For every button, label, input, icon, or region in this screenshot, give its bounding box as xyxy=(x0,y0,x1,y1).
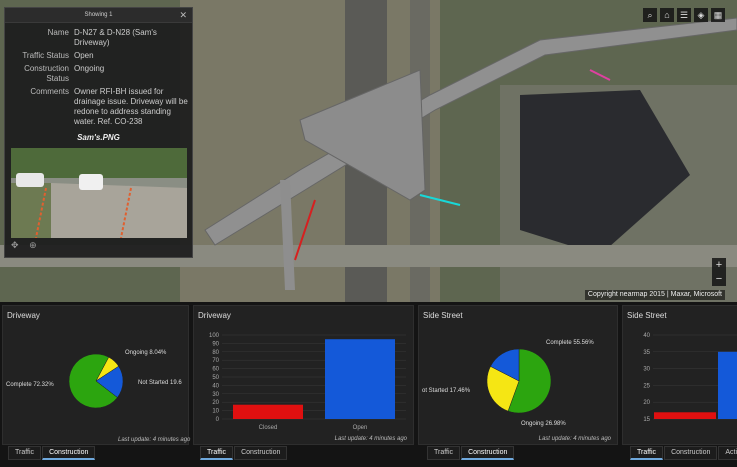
tab-traffic[interactable]: Traffic xyxy=(427,446,461,460)
popup-row-comments: Comments Owner RFI-BH issued for drainag… xyxy=(5,87,192,127)
search-icon[interactable]: ⌕ xyxy=(643,8,657,22)
last-update-text: Last update: 4 minutes ago xyxy=(538,436,611,442)
last-update-text: Last update: 4 minutes ago xyxy=(118,437,191,443)
bar-open[interactable] xyxy=(325,339,395,419)
feature-popup: Showing 1 ✕ Name D-N27 & D-N28 (Sam's Dr… xyxy=(4,7,193,258)
tab-action[interactable]: Action xyxy=(718,446,737,460)
bar-chart-svg: 1009080706050403020100Closed Open xyxy=(209,333,406,431)
y-tick-label: 0 xyxy=(216,417,220,423)
tab-traffic[interactable]: Traffic xyxy=(630,446,664,460)
bar-chart-svg: 40 35 30 25 20 15 xyxy=(643,333,737,423)
y-tick-label: 10 xyxy=(212,409,219,415)
pie-chart-svg xyxy=(486,348,552,414)
popup-row-construction-status: Construction Status Ongoing xyxy=(5,64,192,84)
close-icon[interactable]: ✕ xyxy=(179,8,187,22)
y-tick-label: 20 xyxy=(212,400,219,406)
tab-construction[interactable]: Construction xyxy=(461,446,515,460)
pie-label-ongoing: Ongoing 8.04% xyxy=(125,350,167,356)
tab-bar-1: Traffic Construction xyxy=(8,446,96,460)
y-tick-label: 90 xyxy=(212,341,219,347)
popup-row-name: Name D-N27 & D-N28 (Sam's Driveway) xyxy=(5,28,192,48)
popup-image-title: Sam's.PNG xyxy=(77,133,120,142)
y-tick-label: 100 xyxy=(209,333,220,339)
chart-panel-driveway-pie: Driveway Ongoing 8.04% Not Started 19.6 … xyxy=(2,305,189,445)
y-tick-label: 30 xyxy=(643,367,650,373)
popup-row-traffic-status: Traffic Status Open xyxy=(5,51,192,61)
x-tick-label: Open xyxy=(353,425,368,431)
bar-closed[interactable] xyxy=(233,404,303,419)
pie-label-ongoing: Ongoing 26.98% xyxy=(521,421,566,427)
y-tick-label: 25 xyxy=(643,383,650,389)
map-toolbar: ⌕ ⌂ ☰ ◈ ▦ xyxy=(643,8,725,22)
popup-value: D-N27 & D-N28 (Sam's Driveway) xyxy=(74,28,157,47)
y-tick-label: 80 xyxy=(212,350,219,356)
y-tick-label: 60 xyxy=(212,367,219,373)
pie-label-complete: Complete 72.32% xyxy=(6,382,54,388)
tab-construction[interactable]: Construction xyxy=(664,446,718,460)
x-tick-label: Closed xyxy=(259,425,278,431)
y-tick-label: 35 xyxy=(643,350,650,356)
y-tick-label: 40 xyxy=(643,333,650,339)
popup-key: Comments xyxy=(30,87,69,96)
popup-key: Traffic Status xyxy=(22,51,69,60)
pie-label-complete: Complete 55.56% xyxy=(546,340,594,346)
chart-panel-sidestreet-bar: Side Street 40 35 30 25 20 15 xyxy=(622,305,737,445)
list-icon[interactable]: ☰ xyxy=(677,8,691,22)
tab-construction[interactable]: Construction xyxy=(42,446,96,460)
tab-traffic[interactable]: Traffic xyxy=(200,446,234,460)
popup-key: Construction Status xyxy=(24,64,69,83)
chart-panel-sidestreet-pie: Side Street Complete 55.56% ot Started 1… xyxy=(418,305,618,445)
popup-header: Showing 1 ✕ xyxy=(5,8,192,23)
popup-photo[interactable] xyxy=(11,148,187,238)
y-tick-label: 70 xyxy=(212,358,219,364)
last-update-text: Last update: 4 minutes ago xyxy=(334,436,407,442)
zoom-control: + − xyxy=(712,258,726,286)
map-copyright: Copyright nearmap 2015 | Maxar, Microsof… xyxy=(584,290,725,300)
popup-value: Open xyxy=(74,51,94,60)
y-tick-label: 15 xyxy=(643,417,650,423)
popup-header-text: Showing 1 xyxy=(84,12,113,18)
zoom-in-button[interactable]: + xyxy=(712,258,726,272)
pie-label-not-started: ot Started 17.46% xyxy=(422,388,471,394)
y-tick-label: 30 xyxy=(212,392,219,398)
chart-panel-driveway-bar: Driveway 100 90 80 70 60 50 40 30 20 10 0 Closed Ope… xyxy=(193,305,414,445)
y-tick-label: 40 xyxy=(212,383,219,389)
y-tick-label: 20 xyxy=(643,400,650,406)
home-icon[interactable]: ⌂ xyxy=(660,8,674,22)
zoom-to-icon[interactable]: ⊕ xyxy=(29,240,37,250)
pie-label-not-started: Not Started 19.6 xyxy=(138,380,182,386)
tab-bar-2: Traffic Construction xyxy=(200,446,288,460)
layers-icon[interactable]: ◈ xyxy=(694,8,708,22)
basemap-icon[interactable]: ▦ xyxy=(711,8,725,22)
tab-bar-4: Traffic Construction Action xyxy=(630,446,737,460)
bar-open[interactable] xyxy=(718,351,737,419)
tab-traffic[interactable]: Traffic xyxy=(8,446,42,460)
tab-construction[interactable]: Construction xyxy=(234,446,288,460)
popup-footer: ✥ ⊕ xyxy=(11,240,45,251)
popup-value: Ongoing xyxy=(74,64,105,73)
tab-bar-3: Traffic Construction xyxy=(427,446,515,460)
zoom-out-button[interactable]: − xyxy=(712,272,726,286)
pie-chart-svg xyxy=(68,353,124,409)
bar-closed[interactable] xyxy=(654,412,716,419)
pan-icon[interactable]: ✥ xyxy=(11,240,19,250)
popup-key: Name xyxy=(47,28,69,37)
y-tick-label: 50 xyxy=(212,375,219,381)
popup-value: Owner RFI-BH issued for drainage issue. … xyxy=(74,87,188,126)
